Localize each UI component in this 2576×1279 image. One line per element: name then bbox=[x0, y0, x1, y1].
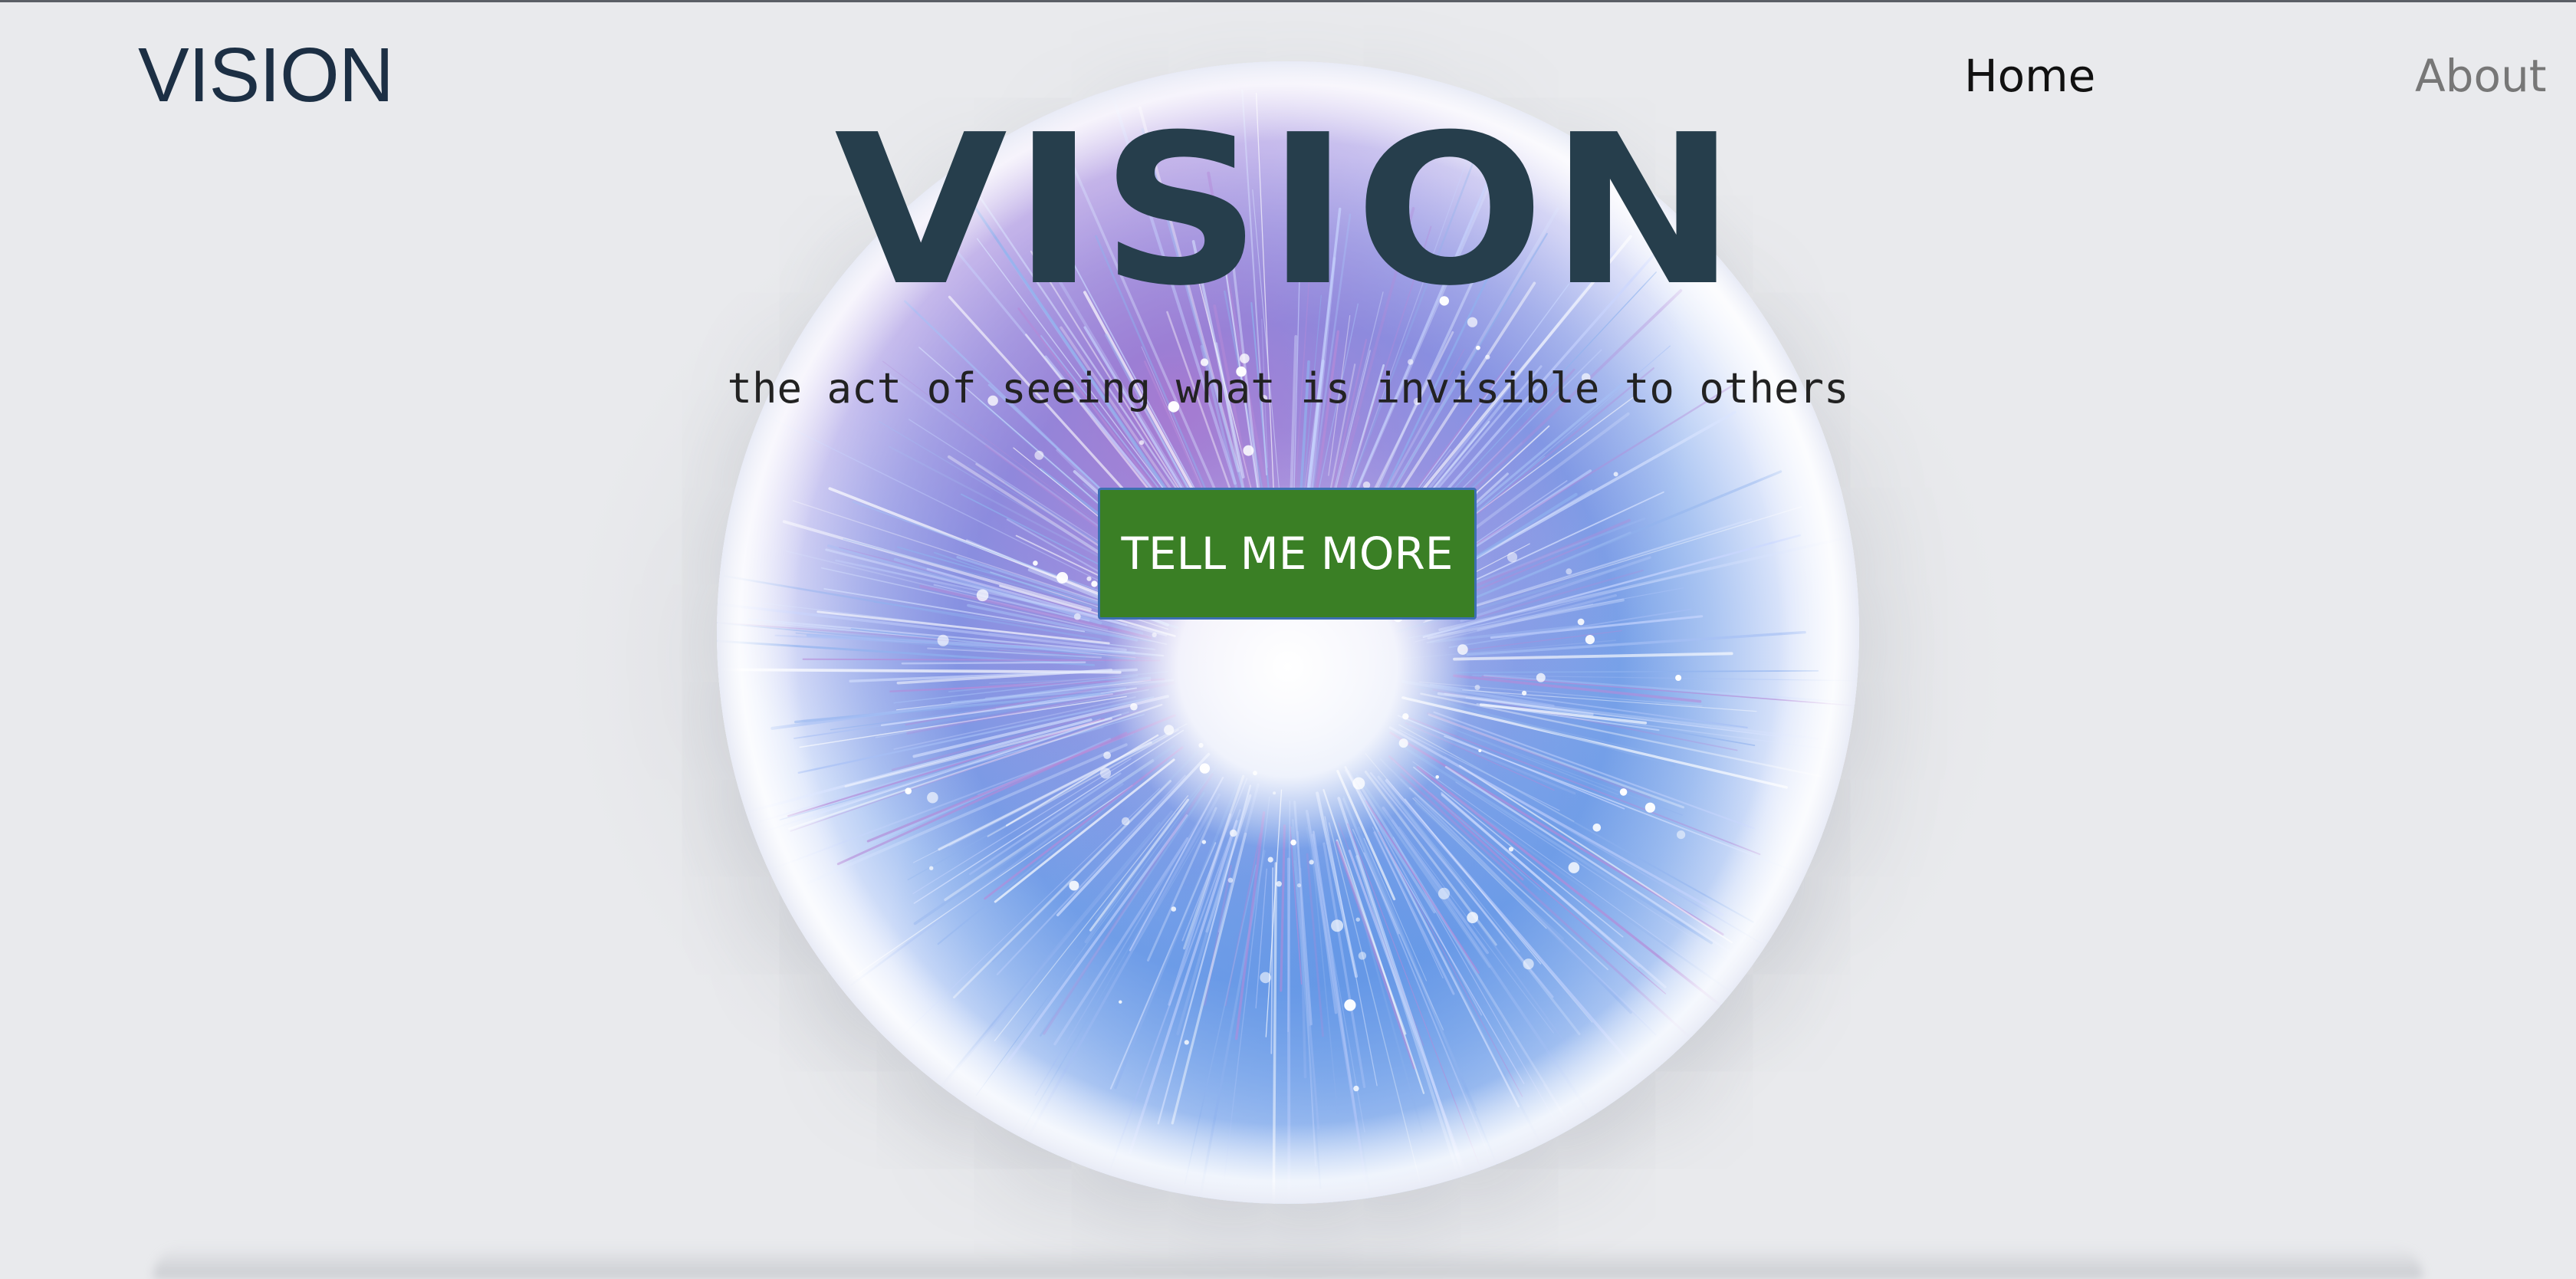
page-bottom-shadow bbox=[153, 1246, 2423, 1279]
tell-me-more-button[interactable]: TELL ME MORE bbox=[1098, 488, 1477, 620]
nav-link-home[interactable]: Home bbox=[1964, 54, 2095, 98]
brand-logo[interactable]: VISION bbox=[138, 37, 394, 113]
hero-subtitle: the act of seeing what is invisible to o… bbox=[727, 364, 1849, 413]
window-top-border bbox=[0, 0, 2576, 2]
nav-link-about[interactable]: About bbox=[2415, 54, 2546, 98]
hero-title: VISION bbox=[834, 90, 1742, 331]
